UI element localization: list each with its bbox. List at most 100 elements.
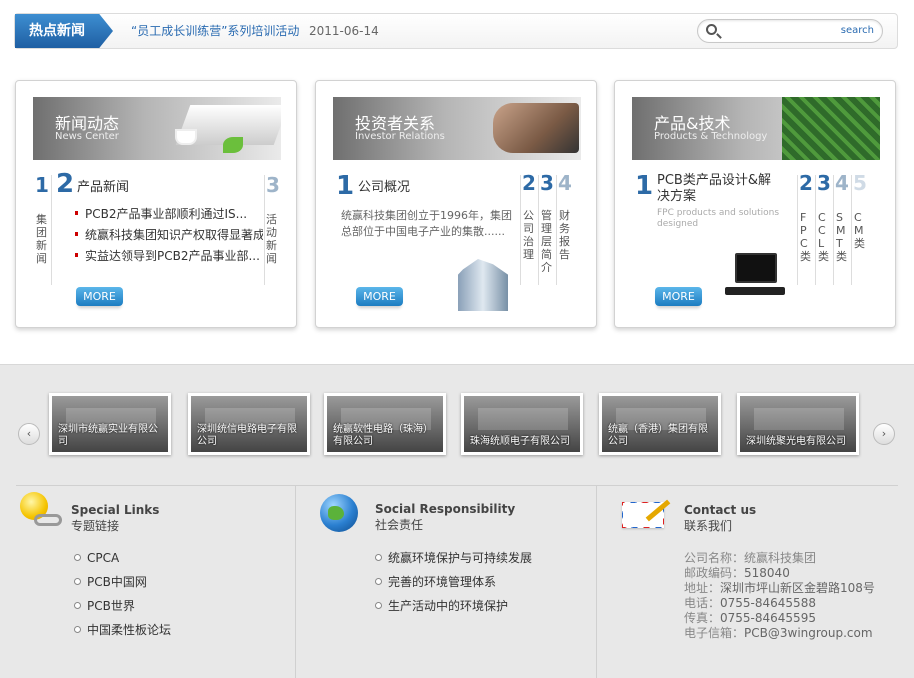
investor-more-button[interactable]: MORE [356, 287, 403, 306]
news-item-1[interactable]: PCB2产品事业部顺利通过IS... [75, 204, 263, 225]
contact-info: 公司名称：统赢科技集团 邮政编码：518040 地址：深圳市坪山新区金碧路108… [684, 551, 875, 641]
subsidiary-thumb-5[interactable]: 统赢（香港）集团有限公司 [599, 393, 721, 455]
hot-news-label: 热点新闻 [15, 14, 113, 48]
social-responsibility-subtitle: 社会责任 [375, 518, 424, 532]
social-link-item[interactable]: 完善的环境管理体系 [375, 570, 532, 594]
divider [264, 175, 265, 285]
globe-icon-land [328, 506, 344, 520]
tab-governance[interactable]: 公司治理 [523, 209, 535, 261]
investor-relations-banner: 投资者关系 Investor Relations [333, 97, 581, 160]
computer-image [735, 253, 777, 283]
divider [851, 175, 852, 285]
company-overview-text: 统赢科技集团创立于1996年，集团总部位于中国电子产业的集散...... [341, 209, 512, 238]
tab-management-number: 3 [540, 171, 554, 195]
footer-divider [16, 485, 898, 486]
news-center-card: 新闻动态 News Center 1 集团新闻 2 产品新闻 PCB2产品事业部… [15, 80, 297, 328]
hot-news-bar: 热点新闻 “员工成长训练营”系列培训活动 2011-06-14 search [14, 13, 898, 49]
tab-ccl[interactable]: CCL类 [818, 211, 830, 263]
tab-activity-news[interactable]: 活动新闻 [266, 213, 278, 265]
tab-activity-news-number: 3 [266, 173, 280, 197]
tab-product-news-number: 2 [56, 169, 75, 199]
products-technology-card: 产品&技术 Products & Technology 1 PCB类产品设计&解… [614, 80, 896, 328]
subsidiary-label: 珠海统顺电子有限公司 [470, 436, 570, 447]
social-link-item[interactable]: 生产活动中的环境保护 [375, 594, 532, 618]
email-link[interactable]: PCB@3wingroup.com [744, 626, 873, 640]
tab-company-overview-number: 1 [336, 171, 355, 201]
subsidiary-label: 深圳统信电路电子有限公司 [197, 424, 297, 447]
news-center-banner: 新闻动态 News Center [33, 97, 281, 160]
computer-image-stand [725, 287, 785, 295]
contact-subtitle: 联系我们 [684, 519, 733, 533]
tab-smt[interactable]: SMT类 [836, 211, 848, 263]
tab-fpc-number: 2 [799, 171, 813, 195]
company-name: 统赢科技集团 [744, 551, 817, 565]
news-item-2[interactable]: 统赢科技集团知识产权取得显著成 [75, 225, 263, 246]
tab-product-news[interactable]: 产品新闻 [77, 176, 129, 195]
subsidiary-thumb-3[interactable]: 统赢软性电路（珠海）有限公司 [324, 393, 446, 455]
tab-management[interactable]: 管理层简介 [541, 209, 553, 274]
special-link-item[interactable]: CPCA [74, 546, 171, 570]
postcode-label: 邮政编码： [684, 566, 745, 580]
tab-fpc[interactable]: FPC类 [800, 211, 812, 263]
news-more-button[interactable]: MORE [76, 287, 123, 306]
social-link-item[interactable]: 统赢环境保护与可持续发展 [375, 546, 532, 570]
divider [833, 175, 834, 285]
divider [556, 175, 557, 285]
search-button[interactable]: search [841, 20, 874, 42]
coffee-cup-image [175, 129, 197, 145]
subsidiary-label: 统赢（香港）集团有限公司 [608, 424, 708, 447]
tab-pcb-solutions[interactable]: PCB类产品设计&解决方案 [657, 173, 783, 205]
tab-cm[interactable]: CM类 [854, 211, 866, 250]
search-box: search [697, 19, 883, 43]
postcode: 518040 [744, 566, 790, 580]
tab-group-news[interactable]: 集团新闻 [36, 213, 48, 265]
carousel-next-button[interactable]: › [873, 423, 895, 445]
column-divider [596, 486, 597, 678]
products-technology-banner: 产品&技术 Products & Technology [632, 97, 880, 160]
subsidiary-label: 深圳市统赢实业有限公司 [58, 424, 158, 447]
tab-ccl-number: 3 [817, 171, 831, 195]
tab-cm-number: 5 [853, 171, 867, 195]
products-technology-subtitle: Products & Technology [654, 131, 768, 142]
divider [538, 175, 539, 285]
tab-financial-reports-number: 4 [558, 171, 572, 195]
circuit-board-image [782, 97, 880, 160]
phone: 0755-84645588 [720, 596, 816, 610]
tab-pcb-solutions-number: 1 [635, 171, 654, 201]
subsidiary-thumb-2[interactable]: 深圳统信电路电子有限公司 [188, 393, 310, 455]
subsidiary-thumb-6[interactable]: 深圳统聚光电有限公司 [737, 393, 859, 455]
tab-group-news-number: 1 [35, 173, 49, 197]
tab-smt-number: 4 [835, 171, 849, 195]
special-link-item[interactable]: PCB世界 [74, 594, 171, 618]
phone-label: 电话： [684, 596, 721, 610]
email-label: 电子信箱： [684, 626, 745, 640]
column-divider [295, 486, 296, 678]
subsidiary-thumb-1[interactable]: 深圳市统赢实业有限公司 [49, 393, 171, 455]
subsidiary-thumb-4[interactable]: 珠海统顺电子有限公司 [461, 393, 583, 455]
special-links-subtitle: 专题链接 [71, 519, 120, 533]
special-link-item[interactable]: PCB中国网 [74, 570, 171, 594]
carousel-prev-button[interactable]: ‹ [18, 423, 40, 445]
address-label: 地址： [684, 581, 721, 595]
divider [797, 175, 798, 285]
special-links-list: CPCA PCB中国网 PCB世界 中国柔性板论坛 [74, 546, 171, 642]
divider [815, 175, 816, 285]
chain-icon [34, 514, 62, 526]
social-responsibility-title: Social Responsibility [375, 502, 516, 516]
green-leaf-image [223, 137, 243, 153]
tab-company-overview[interactable]: 公司概况 [358, 176, 410, 195]
tab-financial-reports[interactable]: 财务报告 [559, 209, 571, 261]
fax-label: 传真： [684, 611, 721, 625]
special-link-item[interactable]: 中国柔性板论坛 [74, 618, 171, 642]
subsidiary-label: 统赢软性电路（珠海）有限公司 [333, 424, 433, 447]
divider [51, 175, 52, 285]
search-input[interactable] [724, 23, 834, 39]
fax: 0755-84645595 [720, 611, 816, 625]
products-more-button[interactable]: MORE [655, 287, 702, 306]
hot-news-date: 2011-06-14 [309, 24, 379, 38]
social-responsibility-list: 统赢环境保护与可持续发展 完善的环境管理体系 生产活动中的环境保护 [375, 546, 532, 618]
search-icon [706, 24, 717, 35]
hot-news-headline-link[interactable]: “员工成长训练营”系列培训活动 [131, 14, 299, 48]
news-item-3[interactable]: 实益达领导到PCB2产品事业部... [75, 246, 263, 267]
address: 深圳市坪山新区金碧路108号 [720, 581, 875, 595]
